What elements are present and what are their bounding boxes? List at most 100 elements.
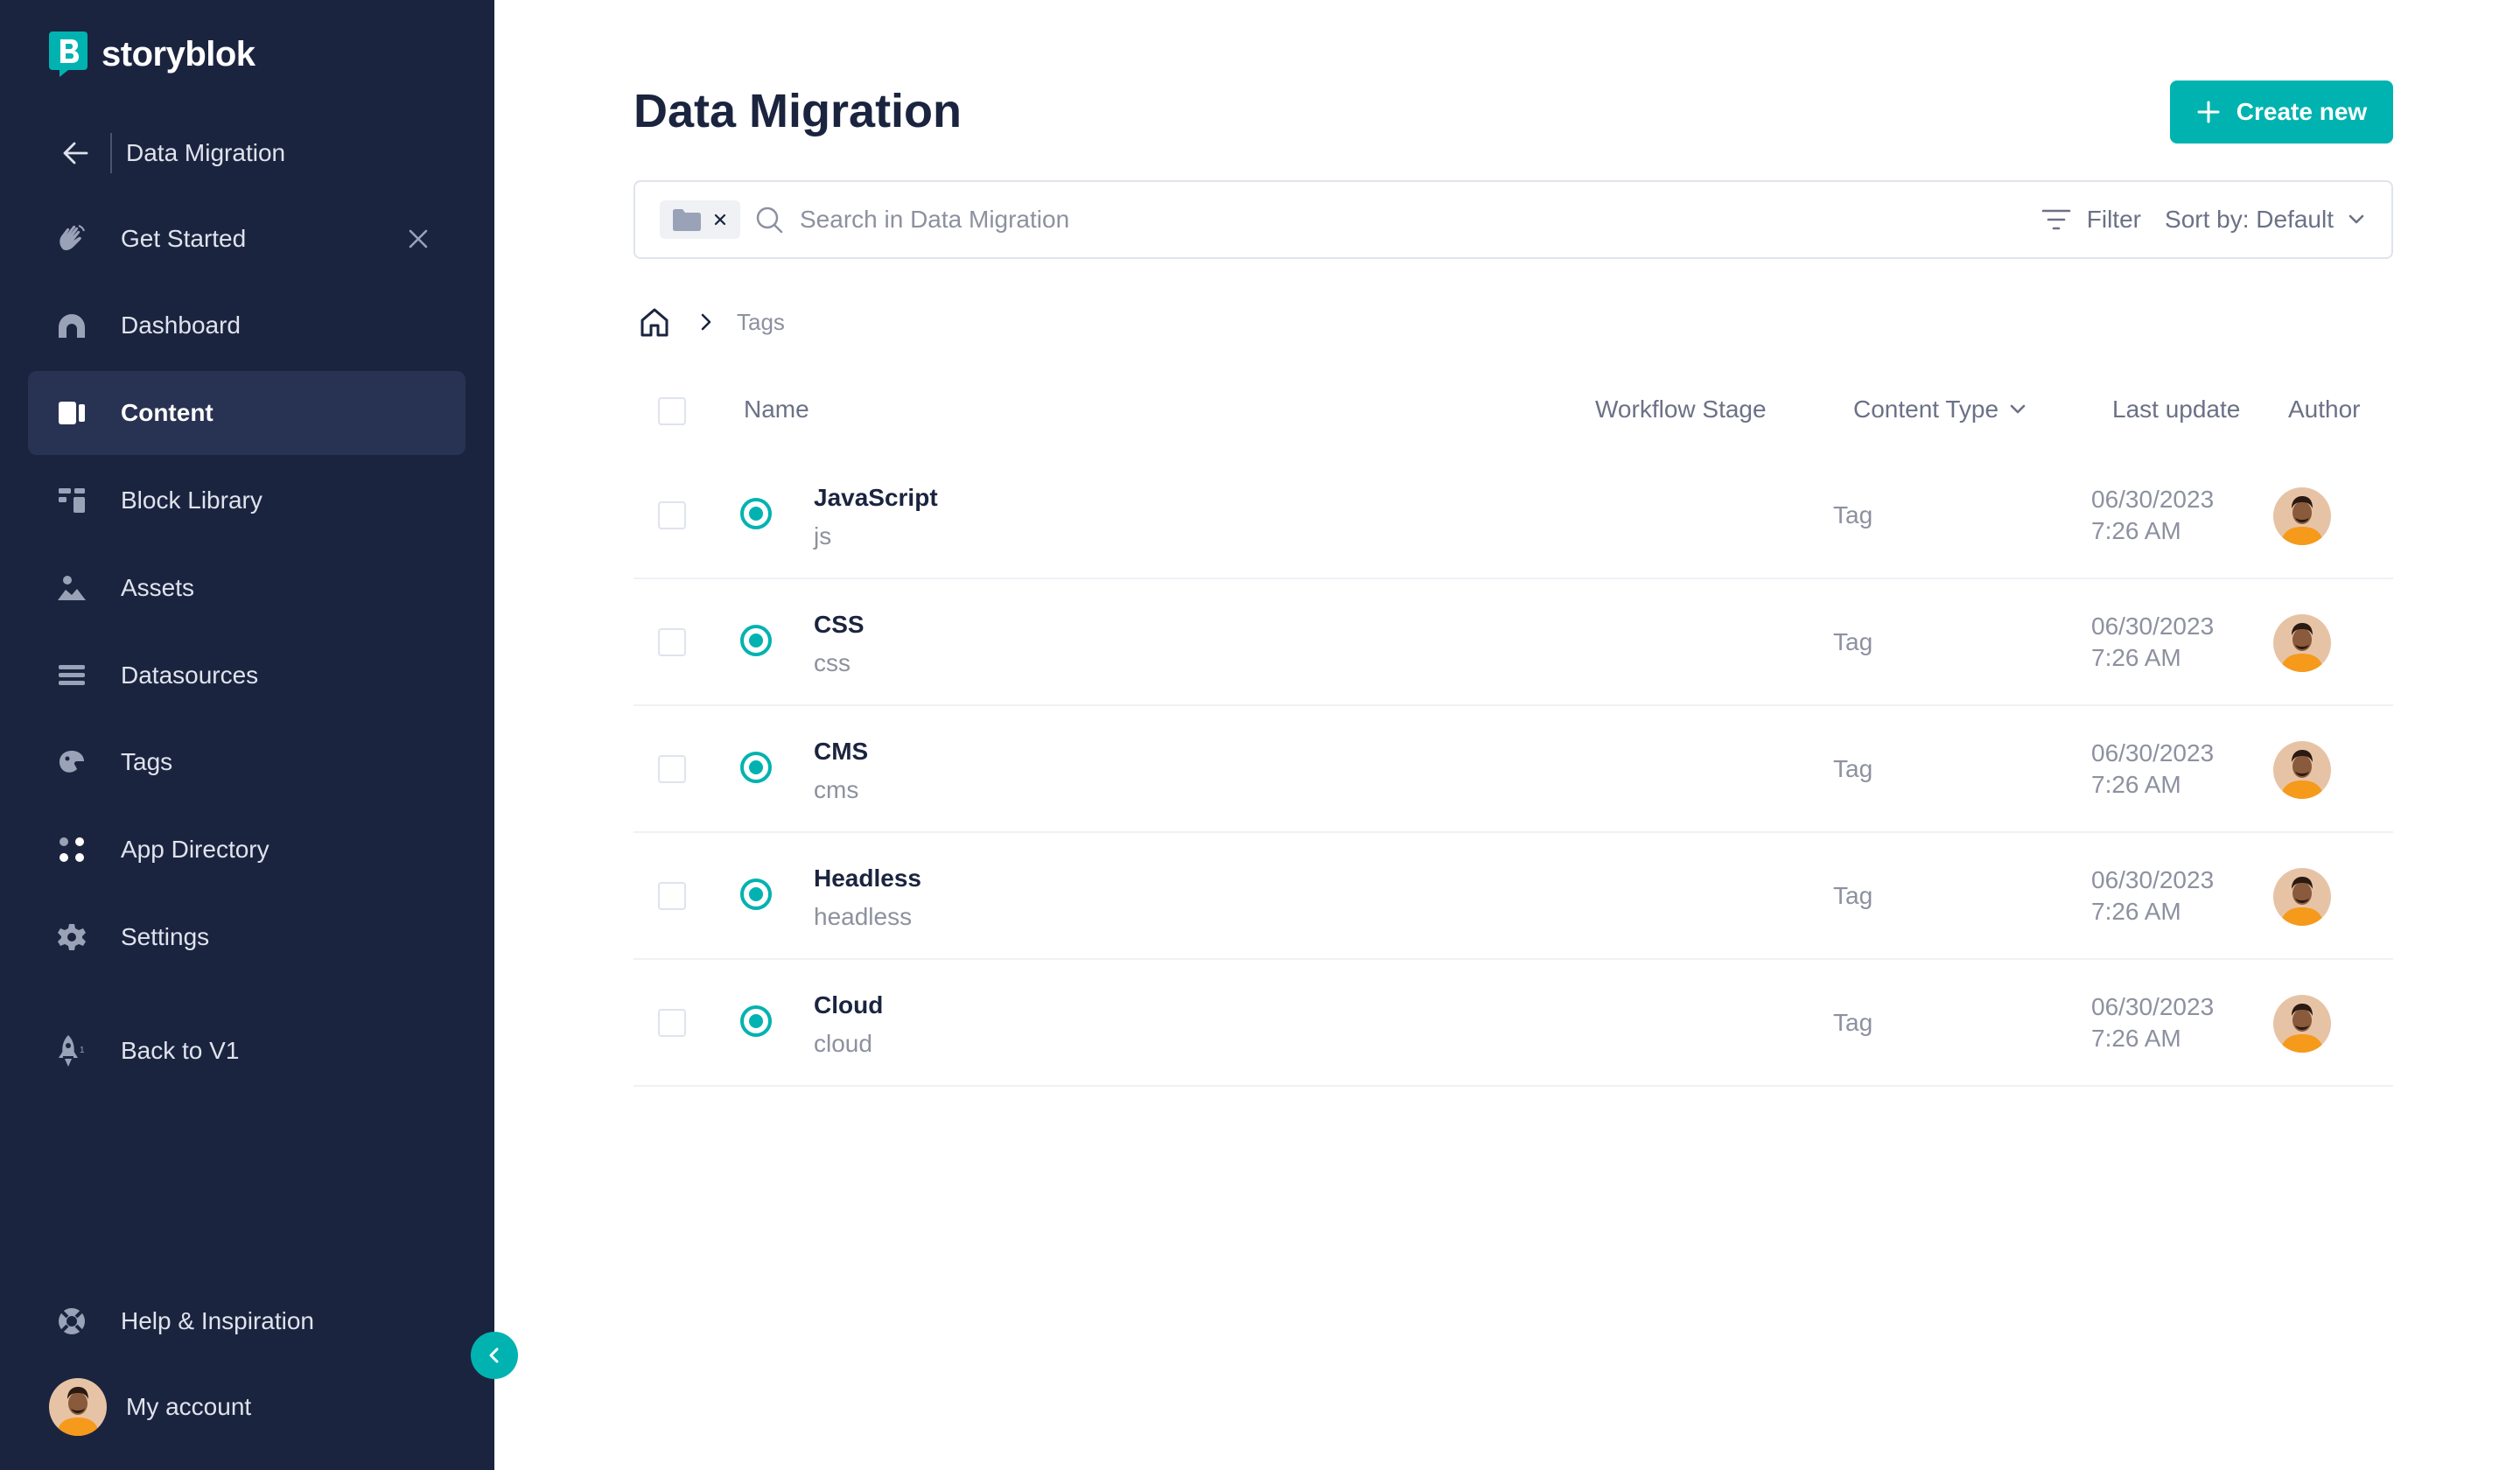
apps-icon xyxy=(52,830,91,869)
published-status-icon xyxy=(740,1005,772,1037)
chevron-down-icon xyxy=(2010,404,2026,414)
row-checkbox[interactable] xyxy=(658,882,686,910)
row-last-update: 06/30/2023 7:26 AM xyxy=(2091,484,2214,547)
assets-icon xyxy=(52,569,91,607)
sidebar-item-dashboard[interactable]: Dashboard xyxy=(28,284,466,368)
row-slug: cloud xyxy=(814,1030,872,1057)
column-workflow-stage[interactable]: Workflow Stage xyxy=(1595,396,1767,424)
avatar xyxy=(49,1378,107,1436)
chevron-down-icon xyxy=(2348,214,2364,224)
sidebar: storyblok Data Migration Get Started Das… xyxy=(0,0,494,1470)
close-icon[interactable] xyxy=(712,212,728,228)
storyblok-logo[interactable]: storyblok xyxy=(49,32,256,77)
create-new-label: Create new xyxy=(2236,98,2368,125)
row-content-type: Tag xyxy=(1833,882,1873,909)
sidebar-item-block-library[interactable]: Block Library xyxy=(28,458,466,542)
row-slug: headless xyxy=(814,903,913,930)
avatar xyxy=(2273,741,2331,799)
avatar xyxy=(2273,614,2331,672)
row-date: 06/30/2023 xyxy=(2091,612,2215,640)
row-name: CMS xyxy=(814,738,869,765)
row-date: 06/30/2023 xyxy=(2091,486,2215,513)
lifebuoy-icon xyxy=(52,1302,91,1340)
sidebar-item-content[interactable]: Content xyxy=(28,371,466,455)
row-checkbox[interactable] xyxy=(658,501,686,529)
row-slug: cms xyxy=(814,776,859,803)
dashboard-icon xyxy=(52,306,91,345)
breadcrumb: Tags xyxy=(639,306,785,338)
row-last-update: 06/30/2023 7:26 AM xyxy=(2091,738,2214,801)
sidebar-item-label: Block Library xyxy=(121,486,262,514)
search-bar: Filter Sort by: Default xyxy=(634,180,2393,259)
row-date: 06/30/2023 xyxy=(2091,739,2215,766)
sidebar-item-help[interactable]: Help & Inspiration xyxy=(28,1279,466,1363)
space-divider xyxy=(110,133,112,173)
avatar xyxy=(2273,995,2331,1053)
close-icon[interactable] xyxy=(402,223,434,255)
row-name: Cloud xyxy=(814,991,884,1018)
row-checkbox[interactable] xyxy=(658,628,686,656)
sidebar-item-datasources[interactable]: Datasources xyxy=(28,634,466,718)
sidebar-item-label: Settings xyxy=(121,923,210,950)
sidebar-item-tags[interactable]: Tags xyxy=(28,720,466,804)
sort-dropdown[interactable]: Sort by: Default xyxy=(2165,182,2367,257)
create-new-button[interactable]: Create new xyxy=(2170,80,2393,144)
folder-filter-chip[interactable] xyxy=(660,200,740,239)
sidebar-item-label: My account xyxy=(126,1393,252,1420)
column-last-update[interactable]: Last update xyxy=(2112,396,2240,424)
collapse-sidebar-button[interactable] xyxy=(471,1332,518,1379)
rocket-icon: 1 xyxy=(52,1032,91,1070)
row-content-type: Tag xyxy=(1833,628,1873,655)
sidebar-item-get-started[interactable]: Get Started xyxy=(28,197,466,281)
breadcrumb-current[interactable]: Tags xyxy=(737,309,785,336)
row-time: 7:26 AM xyxy=(2091,1025,2181,1052)
plus-icon xyxy=(2197,101,2220,123)
sidebar-item-back-to-v1[interactable]: 1 Back to V1 xyxy=(28,1009,466,1093)
row-time: 7:26 AM xyxy=(2091,771,2181,798)
hand-wave-icon xyxy=(52,220,91,258)
column-author[interactable]: Author xyxy=(2288,396,2361,424)
row-date: 06/30/2023 xyxy=(2091,866,2215,893)
datasources-icon xyxy=(52,656,91,695)
search-input[interactable] xyxy=(800,206,1937,234)
folder-icon xyxy=(673,209,701,231)
table-row[interactable]: CSS css Tag 06/30/2023 7:26 AM xyxy=(634,579,2393,706)
row-slug: css xyxy=(814,649,850,676)
row-name: JavaScript xyxy=(814,484,938,511)
sidebar-item-label: Content xyxy=(121,399,214,426)
sidebar-item-label: Assets xyxy=(121,574,195,601)
table-row[interactable]: Headless headless Tag 06/30/2023 7:26 AM xyxy=(634,833,2393,960)
row-checkbox[interactable] xyxy=(658,1009,686,1037)
sidebar-item-account[interactable]: My account xyxy=(40,1372,460,1442)
row-checkbox[interactable] xyxy=(658,755,686,783)
column-content-type[interactable]: Content Type xyxy=(1853,396,2028,424)
filter-label: Filter xyxy=(2086,206,2141,233)
row-last-update: 06/30/2023 7:26 AM xyxy=(2091,991,2214,1054)
chevron-left-icon xyxy=(489,1348,499,1363)
select-all-checkbox[interactable] xyxy=(658,397,686,425)
storyblok-logo-icon xyxy=(49,32,88,77)
search-icon xyxy=(756,206,783,234)
space-name: Data Migration xyxy=(126,139,286,166)
table-header: Name Workflow Stage Content Type Last up… xyxy=(634,385,2393,434)
row-name: Headless xyxy=(814,864,921,892)
row-content-type: Tag xyxy=(1833,501,1873,528)
home-icon[interactable] xyxy=(639,306,670,338)
table-row[interactable]: CMS cms Tag 06/30/2023 7:26 AM xyxy=(634,706,2393,833)
brand-name: storyblok xyxy=(102,34,256,74)
table-row[interactable]: Cloud cloud Tag 06/30/2023 7:26 AM xyxy=(634,960,2393,1087)
published-status-icon xyxy=(740,498,772,529)
avatar xyxy=(2273,487,2331,545)
sidebar-item-settings[interactable]: Settings xyxy=(28,895,466,979)
row-time: 7:26 AM xyxy=(2091,517,2181,544)
space-switcher[interactable]: Data Migration xyxy=(49,131,285,175)
column-content-type-label: Content Type xyxy=(1853,396,1999,423)
sidebar-item-app-directory[interactable]: App Directory xyxy=(28,808,466,892)
table-row[interactable]: JavaScript js Tag 06/30/2023 7:26 AM xyxy=(634,452,2393,579)
arrow-left-icon[interactable] xyxy=(49,136,102,171)
sidebar-item-assets[interactable]: Assets xyxy=(28,546,466,630)
published-status-icon xyxy=(740,878,772,910)
column-name[interactable]: Name xyxy=(744,396,809,424)
row-last-update: 06/30/2023 7:26 AM xyxy=(2091,611,2214,674)
filter-button[interactable]: Filter xyxy=(2041,182,2141,257)
